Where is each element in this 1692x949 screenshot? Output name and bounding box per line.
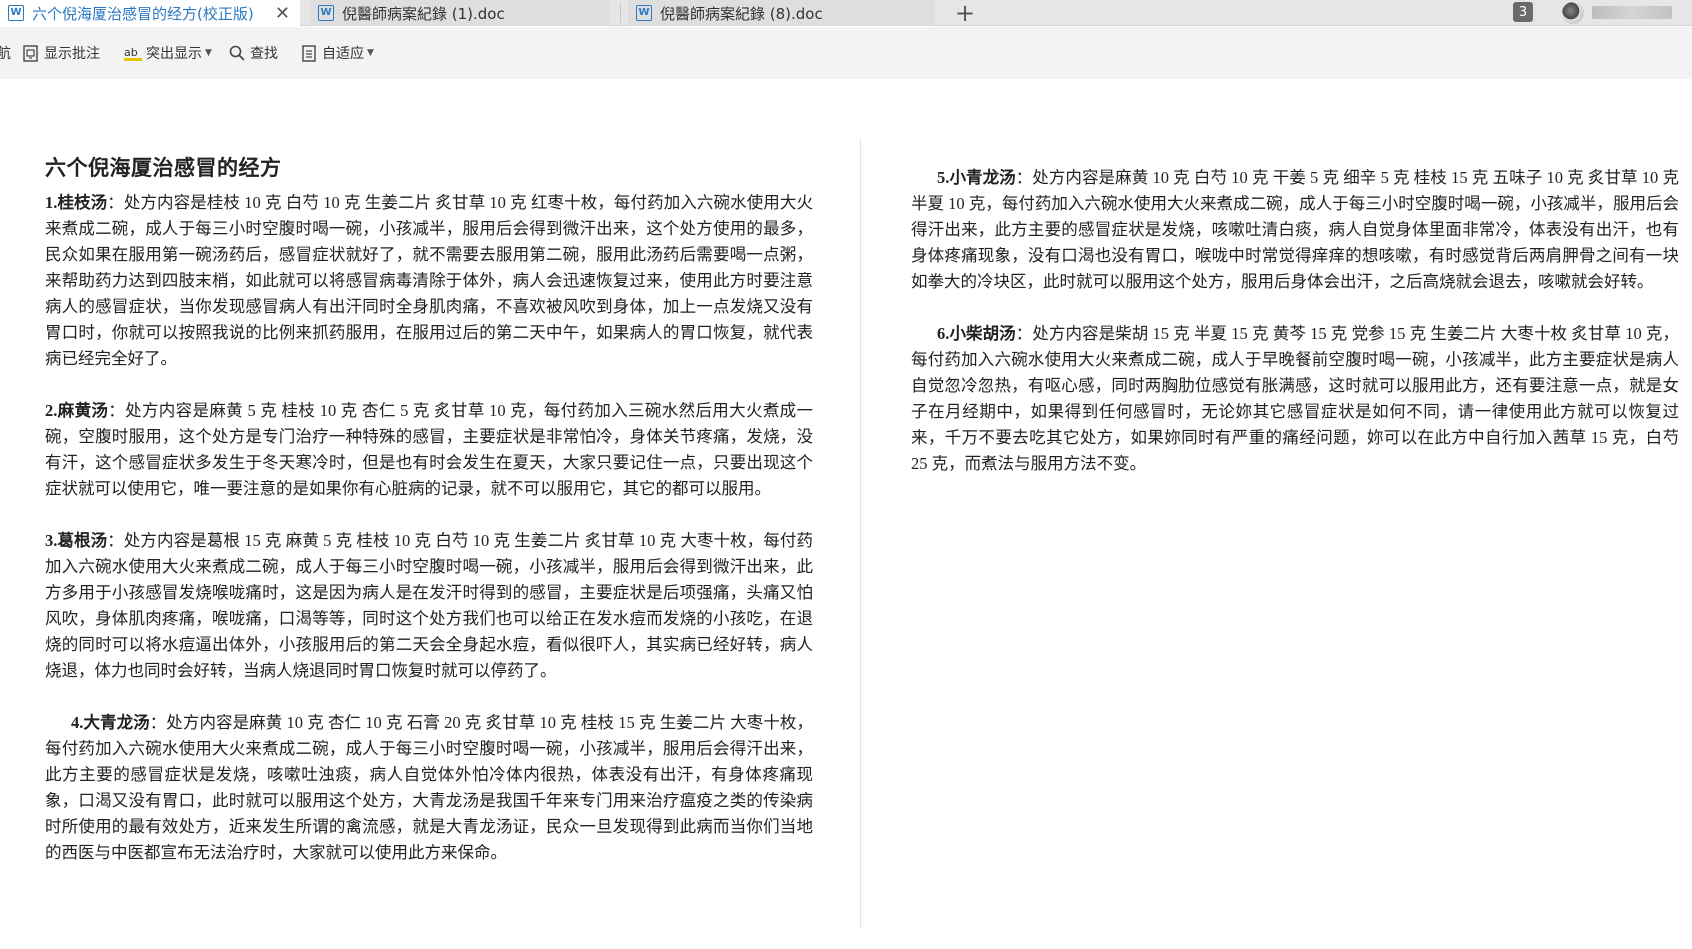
new-tab-plus-icon[interactable]: + [950, 0, 980, 27]
show-comments-label: 显示批注 [44, 46, 100, 62]
formula-paragraph-5: 5.小青龙汤：处方内容是麻黄 10 克 白芍 10 克 干姜 5 克 细辛 5 … [911, 165, 1679, 295]
tab-bar: W 六个倪海厦治感冒的经方(校正版) ✕ W 倪醫師病案紀錄 (1).doc W… [0, 0, 1692, 27]
formula-text: ：处方内容是麻黄 5 克 桂枝 10 克 杏仁 5 克 炙甘草 10 克，每付药… [45, 401, 814, 498]
formula-paragraph-2: 2.麻黄汤：处方内容是麻黄 5 克 桂枝 10 克 杏仁 5 克 炙甘草 10 … [45, 398, 813, 502]
find-button[interactable]: 查找 [228, 41, 278, 65]
tab-document-2[interactable]: W 倪醫師病案紀錄 (1).doc [310, 0, 610, 26]
formula-name: 5.小青龙汤 [937, 168, 1016, 187]
cut-off-tool[interactable]: 航 [0, 41, 11, 65]
fit-label: 自适应 [322, 46, 364, 62]
formula-text: ：处方内容是麻黄 10 克 白芍 10 克 干姜 5 克 细辛 5 克 桂枝 1… [911, 168, 1680, 291]
highlight-dropdown[interactable]: ab 突出显示 ▼ [124, 41, 212, 65]
chevron-down-icon: ▼ [205, 48, 212, 58]
tab-document-3[interactable]: W 倪醫師病案紀錄 (8).doc [628, 0, 934, 26]
search-icon [228, 44, 246, 62]
formula-name: 6.小柴胡汤 [937, 324, 1016, 343]
document-viewport[interactable]: 六个倪海厦治感冒的经方 1.桂枝汤：处方内容是桂枝 10 克 白芍 10 克 生… [0, 79, 1692, 949]
formula-text: ：处方内容是桂枝 10 克 白芍 10 克 生姜二片 炙甘草 10 克 红枣十枚… [45, 193, 814, 368]
fit-dropdown[interactable]: 自适应 ▼ [300, 41, 374, 65]
reader-toolbar: 航 显示批注 ab 突出显示 ▼ 查找 自适应 ▼ [0, 27, 1692, 79]
right-column: 5.小青龙汤：处方内容是麻黄 10 克 白芍 10 克 干姜 5 克 细辛 5 … [911, 165, 1679, 503]
highlight-label: 突出显示 [146, 46, 202, 62]
formula-name: 2.麻黄汤 [45, 401, 109, 420]
tab-count-badge[interactable]: 3 [1513, 2, 1533, 22]
tab-document-1[interactable]: W 六个倪海厦治感冒的经方(校正版) ✕ [0, 0, 300, 26]
username-redacted[interactable] [1592, 6, 1672, 19]
formula-paragraph-3: 3.葛根汤：处方内容是葛根 15 克 麻黄 5 克 桂枝 10 克 白芍 10 … [45, 528, 813, 684]
cut-off-label: 航 [0, 46, 11, 62]
formula-name: 3.葛根汤 [45, 531, 108, 550]
formula-name: 4.大青龙汤 [71, 713, 150, 732]
comment-icon [22, 44, 40, 62]
tab-label: 六个倪海厦治感冒的经方(校正版) [32, 4, 254, 23]
page-fit-icon [300, 44, 318, 62]
formula-text: ：处方内容是麻黄 10 克 杏仁 10 克 石膏 20 克 炙甘草 10 克 桂… [45, 713, 814, 862]
svg-text:ab: ab [124, 46, 138, 59]
formula-text: ：处方内容是柴胡 15 克 半夏 15 克 黄芩 15 克 党参 15 克 生姜… [911, 324, 1680, 473]
document-title: 六个倪海厦治感冒的经方 [45, 155, 282, 180]
find-label: 查找 [250, 46, 278, 62]
formula-paragraph-4: 4.大青龙汤：处方内容是麻黄 10 克 杏仁 10 克 石膏 20 克 炙甘草 … [45, 710, 813, 866]
left-column: 六个倪海厦治感冒的经方 1.桂枝汤：处方内容是桂枝 10 克 白芍 10 克 生… [45, 152, 813, 892]
formula-name: 1.桂枝汤 [45, 193, 108, 212]
user-avatar[interactable] [1562, 2, 1584, 24]
tab-label: 倪醫師病案紀錄 (8).doc [660, 4, 823, 23]
formula-paragraph-6: 6.小柴胡汤：处方内容是柴胡 15 克 半夏 15 克 黄芩 15 克 党参 1… [911, 321, 1679, 477]
column-divider [860, 139, 861, 929]
formula-text: ：处方内容是葛根 15 克 麻黄 5 克 桂枝 10 克 白芍 10 克 生姜二… [45, 531, 814, 680]
word-doc-icon: W [318, 5, 334, 21]
tab-divider [620, 3, 621, 23]
formula-paragraph-1: 1.桂枝汤：处方内容是桂枝 10 克 白芍 10 克 生姜二片 炙甘草 10 克… [45, 190, 813, 372]
word-doc-icon: W [636, 5, 652, 21]
highlight-icon: ab [124, 44, 142, 62]
show-comments-button[interactable]: 显示批注 [22, 41, 100, 65]
chevron-down-icon: ▼ [367, 48, 374, 58]
word-doc-icon: W [8, 5, 24, 21]
tab-label: 倪醫師病案紀錄 (1).doc [342, 4, 505, 23]
close-tab-icon[interactable]: ✕ [275, 3, 290, 24]
